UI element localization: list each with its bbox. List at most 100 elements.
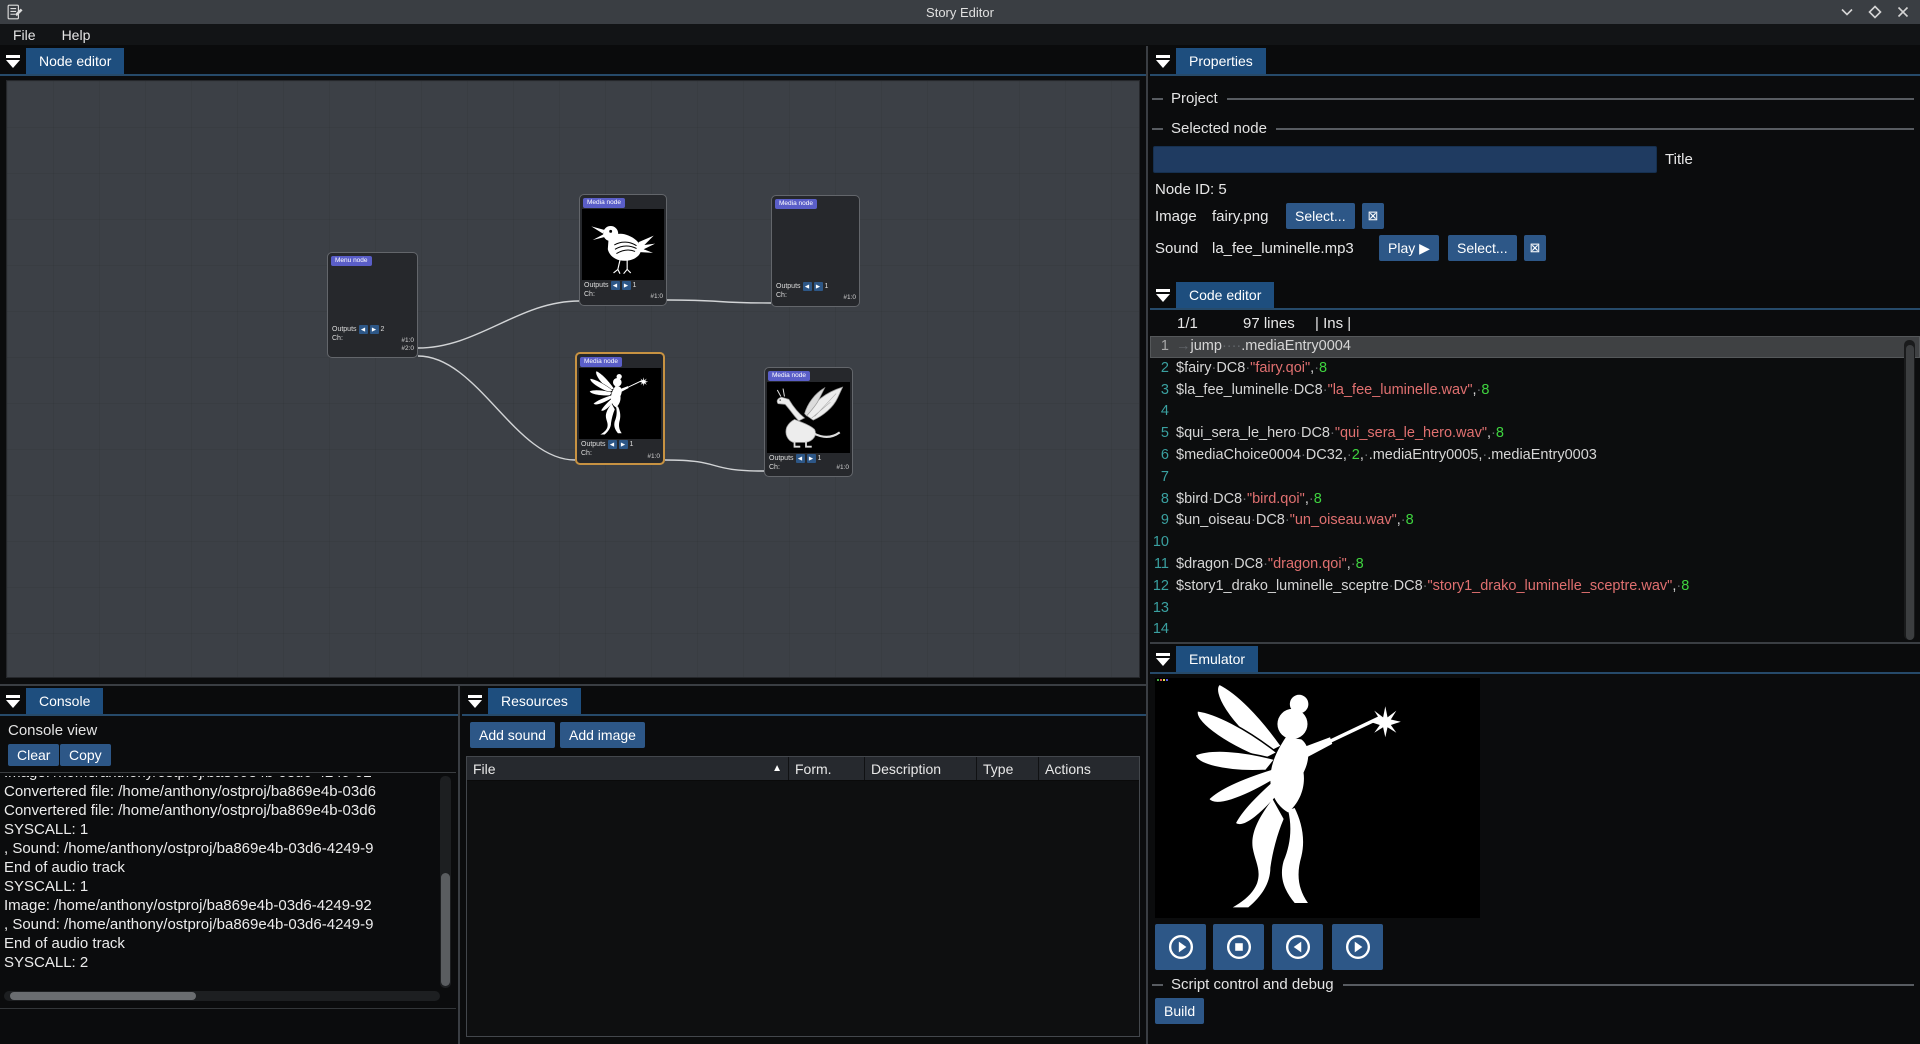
- code-editor-scrollbar[interactable]: [1904, 340, 1915, 640]
- image-value: fairy.png: [1212, 208, 1268, 225]
- column-header-actions: Actions: [1039, 757, 1129, 780]
- collapse-icon[interactable]: [467, 694, 483, 710]
- code-line[interactable]: 1→jump····.mediaEntry0004: [1150, 336, 1920, 358]
- code-line[interactable]: 12$story1_drako_luminelle_sceptre·DC8·"s…: [1150, 576, 1920, 598]
- tab-code-editor[interactable]: Code editor: [1176, 282, 1274, 308]
- column-header-form: Form.: [789, 757, 865, 780]
- decrement-outputs-button[interactable]: ◀: [796, 454, 805, 463]
- increment-outputs-button[interactable]: ▶: [370, 325, 379, 334]
- image-select-button[interactable]: Select...: [1286, 203, 1355, 229]
- sound-label: Sound: [1155, 240, 1198, 257]
- copy-button[interactable]: Copy: [60, 744, 111, 766]
- line-number: 3: [1150, 380, 1176, 402]
- console-vscrollbar[interactable]: [440, 776, 451, 988]
- console-log-line: , Sound: /home/anthony/ostproj/ba869e4b-…: [4, 915, 440, 934]
- code-line[interactable]: 2$fairy·DC8·"fairy.qoi",·8: [1150, 358, 1920, 380]
- title-input[interactable]: [1153, 146, 1657, 173]
- line-number: 12: [1150, 576, 1176, 598]
- play-sound-button[interactable]: Play ▶: [1379, 235, 1439, 261]
- sound-value: la_fee_luminelle.mp3: [1212, 240, 1354, 257]
- image-clear-button[interactable]: ⊠: [1362, 203, 1384, 229]
- code-line[interactable]: 8$bird·DC8·"bird.qoi",·8: [1150, 489, 1920, 511]
- increment-outputs-button[interactable]: ▶: [622, 281, 631, 290]
- code-line[interactable]: 10: [1150, 532, 1920, 554]
- node-editor-canvas[interactable]: Menu nodeOutputs◀▶2Ch:#1:0#2:0 Media node…: [6, 80, 1140, 678]
- node-type-badge: Media node: [583, 198, 625, 208]
- emulator-play-button[interactable]: [1155, 924, 1206, 970]
- output-pin[interactable]: #1:0: [647, 453, 660, 461]
- fairy-image: [1193, 682, 1403, 914]
- clear-button[interactable]: Clear: [8, 744, 59, 766]
- tab-properties[interactable]: Properties: [1176, 48, 1266, 74]
- emulator-stop-button[interactable]: [1213, 924, 1264, 970]
- code-editor-text[interactable]: 1→jump····.mediaEntry00042$fairy·DC8·"fa…: [1150, 336, 1920, 644]
- console-log-line: End of audio track: [4, 858, 440, 877]
- node-type-badge: Media node: [768, 371, 810, 381]
- maximize-icon[interactable]: [1868, 5, 1882, 19]
- graph-node[interactable]: Menu nodeOutputs◀▶2Ch:#1:0#2:0: [327, 252, 418, 358]
- collapse-icon[interactable]: [1155, 288, 1171, 304]
- code-line[interactable]: 5$qui_sera_le_hero·DC8·"qui_sera_le_hero…: [1150, 423, 1920, 445]
- minimize-icon[interactable]: [1840, 5, 1854, 19]
- increment-outputs-button[interactable]: ▶: [619, 440, 628, 449]
- code-line[interactable]: 9$un_oiseau·DC8·"un_oiseau.wav",·8: [1150, 510, 1920, 532]
- add-image-button[interactable]: Add image: [560, 722, 645, 748]
- output-pin[interactable]: #1:0: [843, 294, 856, 302]
- decrement-outputs-button[interactable]: ◀: [608, 440, 617, 449]
- line-count: 97 lines: [1243, 315, 1295, 332]
- column-header-type: Type: [977, 757, 1039, 780]
- collapse-icon[interactable]: [1155, 54, 1171, 70]
- collapse-icon[interactable]: [1155, 652, 1171, 668]
- close-icon[interactable]: [1896, 5, 1910, 19]
- console-hscrollbar[interactable]: [4, 991, 440, 1001]
- output-pin[interactable]: #1:0: [401, 337, 414, 345]
- collapse-icon[interactable]: [5, 54, 21, 70]
- node-outputs-row: Outputs◀▶1: [581, 440, 633, 449]
- graph-node[interactable]: Media nodeOutputs◀▶1Ch:#1:0: [579, 194, 667, 306]
- menubar: FileHelp: [0, 24, 1920, 46]
- dragon-thumbnail: [767, 382, 850, 453]
- node-type-badge: Menu node: [331, 256, 372, 266]
- line-number: 5: [1150, 423, 1176, 445]
- code-line[interactable]: 3$la_fee_luminelle·DC8·"la_fee_luminelle…: [1150, 380, 1920, 402]
- decrement-outputs-button[interactable]: ◀: [611, 281, 620, 290]
- sound-clear-button[interactable]: ⊠: [1524, 235, 1546, 261]
- code-line[interactable]: 4: [1150, 401, 1920, 423]
- sound-select-button[interactable]: Select...: [1448, 235, 1517, 261]
- code-line[interactable]: 11$dragon·DC8·"dragon.qoi",·8: [1150, 554, 1920, 576]
- resources-table-header[interactable]: File ▲ Form. Description Type Actions: [467, 757, 1139, 781]
- output-pin[interactable]: #2:0: [401, 345, 414, 353]
- increment-outputs-button[interactable]: ▶: [807, 454, 816, 463]
- graph-node[interactable]: Media nodeOutputs◀▶1Ch:#1:0: [575, 352, 665, 465]
- increment-outputs-button[interactable]: ▶: [814, 282, 823, 291]
- tab-console[interactable]: Console: [26, 688, 103, 714]
- emulator-forward-button[interactable]: [1332, 924, 1383, 970]
- properties-header: Properties: [1150, 46, 1920, 76]
- tab-node-editor[interactable]: Node editor: [26, 48, 124, 74]
- code-line[interactable]: 6$mediaChoice0004·DC32,·2,·.mediaEntry00…: [1150, 445, 1920, 467]
- emulator-back-button[interactable]: [1272, 924, 1323, 970]
- console-log[interactable]: Image: /home/anthony/ostproj/ba869e4b-03…: [4, 776, 440, 988]
- column-header-description: Description: [865, 757, 977, 780]
- code-line[interactable]: 14: [1150, 619, 1920, 641]
- line-number: 13: [1150, 598, 1176, 620]
- code-line[interactable]: 13: [1150, 598, 1920, 620]
- graph-node[interactable]: Media nodeOutputs◀▶1Ch:#1:0: [764, 367, 853, 477]
- graph-node[interactable]: Media nodeOutputs◀▶1Ch:#1:0: [771, 195, 860, 307]
- tab-emulator[interactable]: Emulator: [1176, 646, 1258, 672]
- node-channel-label: Ch:: [581, 450, 592, 457]
- code-line[interactable]: 7: [1150, 467, 1920, 489]
- build-button[interactable]: Build: [1155, 998, 1204, 1024]
- console-log-line: , Sound: /home/anthony/ostproj/ba869e4b-…: [4, 839, 440, 858]
- line-number: 4: [1150, 401, 1176, 423]
- menu-help[interactable]: Help: [49, 24, 104, 45]
- decrement-outputs-button[interactable]: ◀: [803, 282, 812, 291]
- menu-file[interactable]: File: [0, 24, 49, 45]
- insert-mode: | Ins |: [1315, 315, 1351, 332]
- add-sound-button[interactable]: Add sound: [470, 722, 555, 748]
- output-pin[interactable]: #1:0: [650, 293, 663, 301]
- output-pin[interactable]: #1:0: [836, 464, 849, 472]
- tab-resources[interactable]: Resources: [488, 688, 581, 714]
- collapse-icon[interactable]: [5, 694, 21, 710]
- decrement-outputs-button[interactable]: ◀: [359, 325, 368, 334]
